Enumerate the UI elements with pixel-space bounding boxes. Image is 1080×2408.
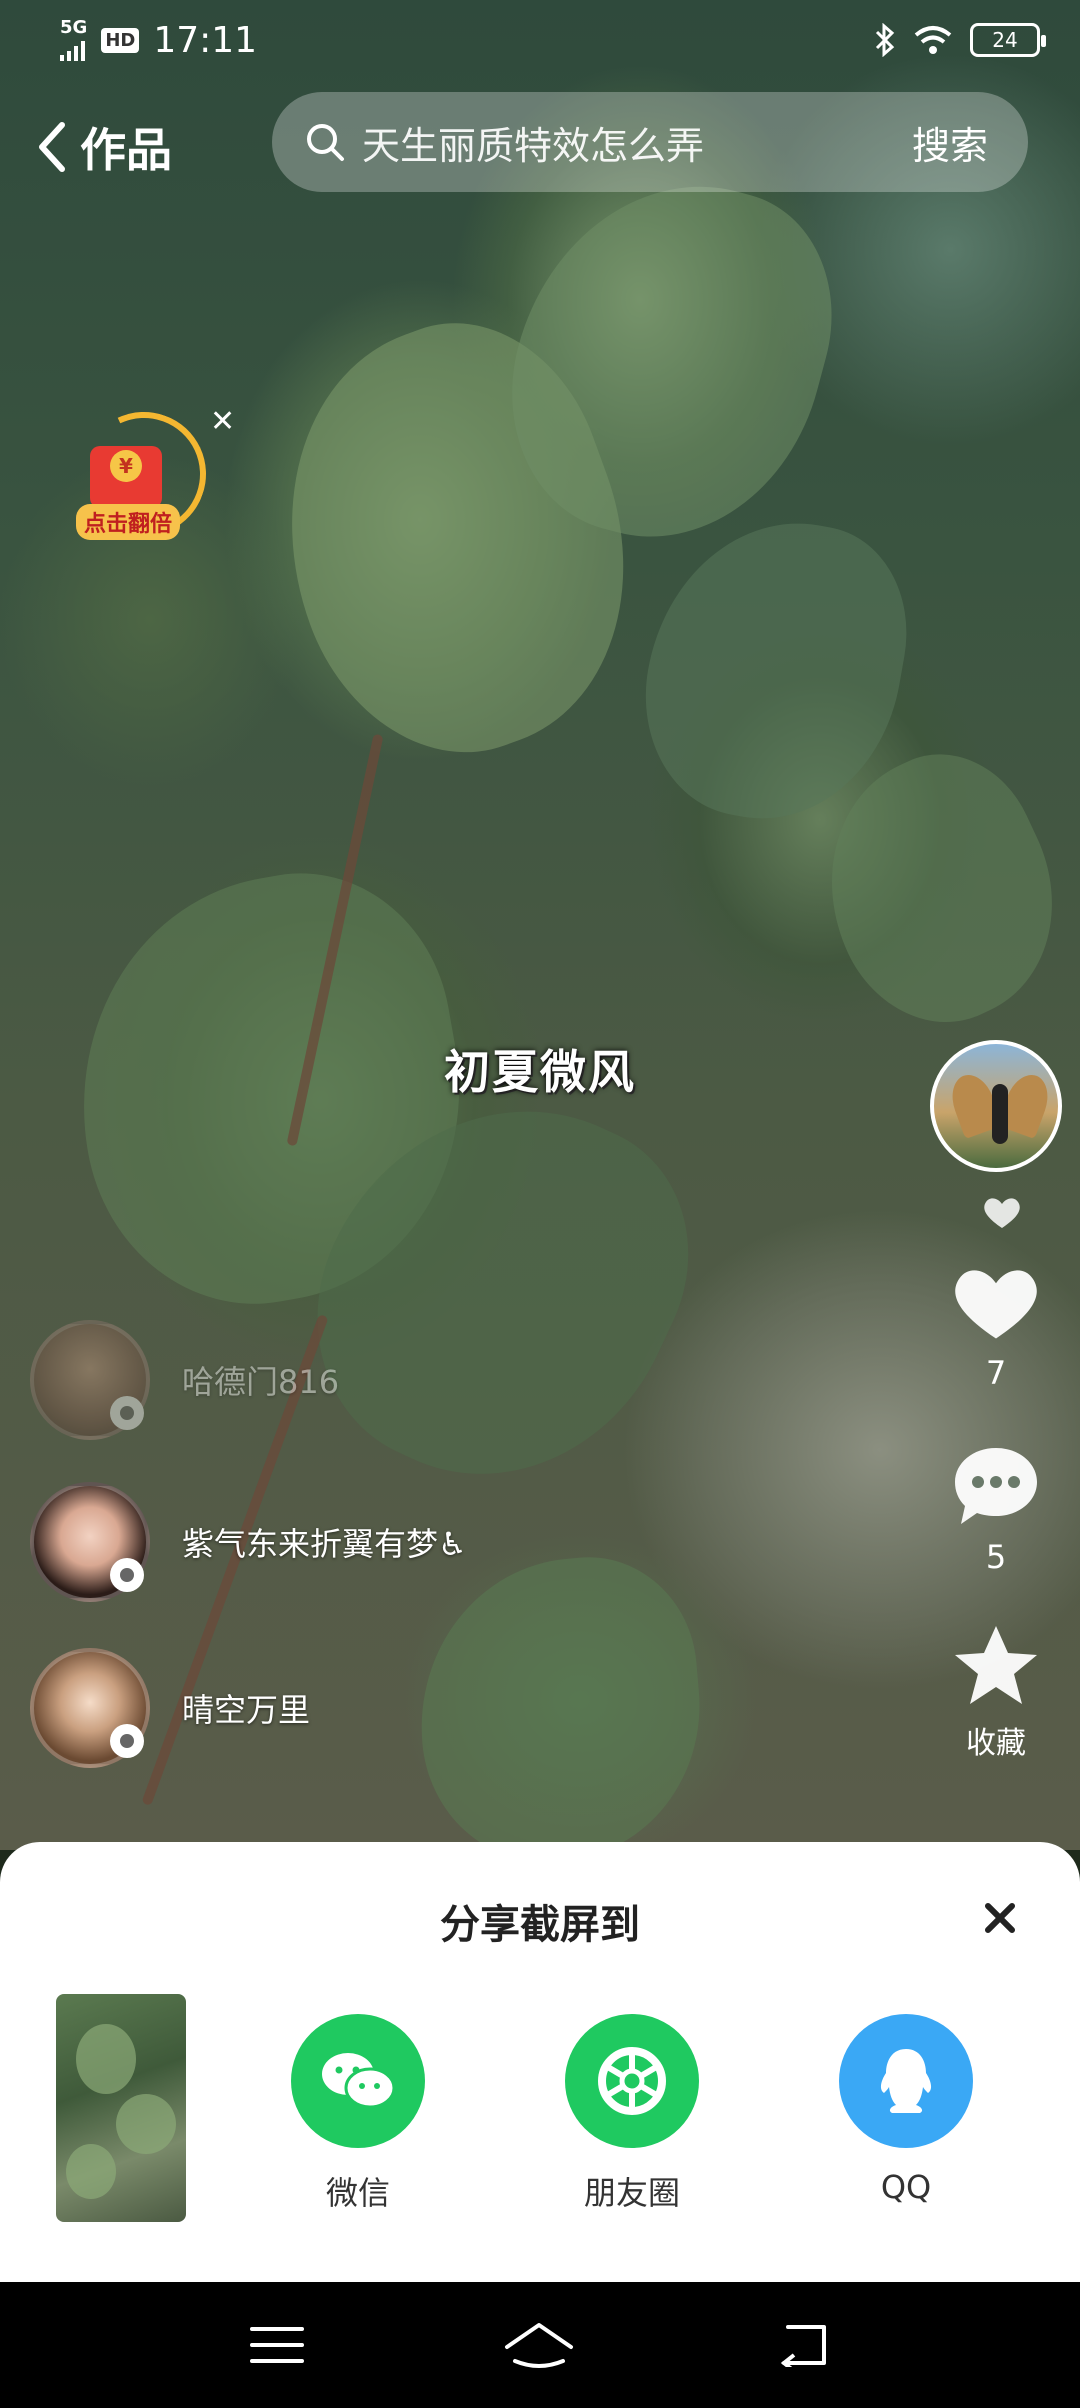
comment-icon (955, 1448, 1037, 1524)
follow-heart-icon[interactable] (982, 1196, 1022, 1230)
qq-icon (839, 2014, 973, 2148)
close-icon[interactable] (980, 1898, 1020, 1938)
viewer-name: 哈德门816 (182, 1363, 340, 1401)
person-shape (992, 1084, 1008, 1144)
share-moments-label: 朋友圈 (583, 2174, 680, 2212)
like-count: 7 (985, 1354, 1007, 1392)
viewer-avatar (30, 1320, 150, 1440)
eye-icon (110, 1724, 144, 1758)
star-icon (955, 1626, 1037, 1704)
search-button[interactable]: 搜索 (912, 115, 988, 170)
favorite-button[interactable]: 收藏 (940, 1622, 1052, 1762)
share-wechat-label: 微信 (325, 2174, 390, 2212)
red-packet-widget[interactable]: ¥ 点击翻倍 (64, 394, 224, 554)
share-moments-button[interactable]: 朋友圈 (532, 2014, 732, 2214)
share-sheet: 分享截屏到 微信 朋友圈 QQ (0, 1842, 1080, 2282)
home-icon[interactable] (503, 2321, 575, 2369)
viewer-item[interactable]: 紫气东来折翼有梦♿ (30, 1482, 467, 1602)
viewer-name: 紫气东来折翼有梦♿ (182, 1525, 467, 1563)
author-avatar[interactable] (930, 1040, 1062, 1172)
eye-icon (110, 1396, 144, 1430)
viewer-item[interactable]: 哈德门816 (30, 1320, 339, 1440)
leaf-shape (76, 2024, 136, 2094)
share-qq-label: QQ (880, 2168, 932, 2206)
back-nav-icon[interactable] (774, 2323, 830, 2367)
coin-icon: ¥ (110, 450, 142, 482)
comment-count: 5 (985, 1538, 1007, 1576)
search-input[interactable]: 天生丽质特效怎么弄 搜索 (272, 92, 1028, 192)
signal-icon (60, 37, 87, 61)
bluetooth-icon (875, 23, 895, 57)
battery-level: 24 (992, 28, 1018, 52)
viewer-avatar (30, 1648, 150, 1768)
leaf-shape (66, 2144, 116, 2199)
back-button[interactable]: 作品 (36, 114, 172, 180)
leaf-shape (116, 2094, 176, 2154)
comment-button[interactable]: 5 (940, 1444, 1052, 1576)
viewer-avatar (30, 1482, 150, 1602)
page-title: 作品 (80, 123, 172, 177)
heart-icon (955, 1270, 1037, 1339)
chevron-left-icon (39, 122, 65, 172)
red-packet-label: 点击翻倍 (76, 504, 181, 540)
screenshot-thumbnail[interactable] (56, 1994, 186, 2222)
eye-icon (110, 1558, 144, 1592)
viewer-name: 晴空万里 (182, 1691, 311, 1729)
status-time: 17:11 (153, 19, 258, 61)
viewer-item[interactable]: 晴空万里 (30, 1648, 310, 1768)
menu-icon[interactable] (249, 2325, 304, 2365)
status-bar: 5G HD 17:11 24 (0, 0, 1080, 80)
top-nav: 作品 天生丽质特效怎么弄 搜索 (0, 92, 1080, 192)
search-icon (307, 124, 344, 161)
favorite-label: 收藏 (966, 1726, 1026, 1761)
moments-icon (565, 2014, 699, 2148)
like-button[interactable]: 7 (940, 1264, 1052, 1392)
network-type: 5G (60, 17, 88, 38)
red-packet-close-button[interactable]: ✕ (210, 404, 235, 439)
video-caption: 初夏微风 (444, 1045, 636, 1099)
share-wechat-button[interactable]: 微信 (258, 2014, 458, 2214)
wechat-icon (291, 2014, 425, 2148)
wifi-icon (914, 26, 952, 54)
search-placeholder: 天生丽质特效怎么弄 (362, 123, 705, 168)
share-qq-button[interactable]: QQ (806, 2014, 1006, 2206)
battery-icon: 24 (970, 23, 1046, 57)
hd-badge: HD (101, 27, 140, 53)
share-sheet-title: 分享截屏到 (440, 1902, 640, 1948)
system-nav-bar (0, 2282, 1080, 2408)
